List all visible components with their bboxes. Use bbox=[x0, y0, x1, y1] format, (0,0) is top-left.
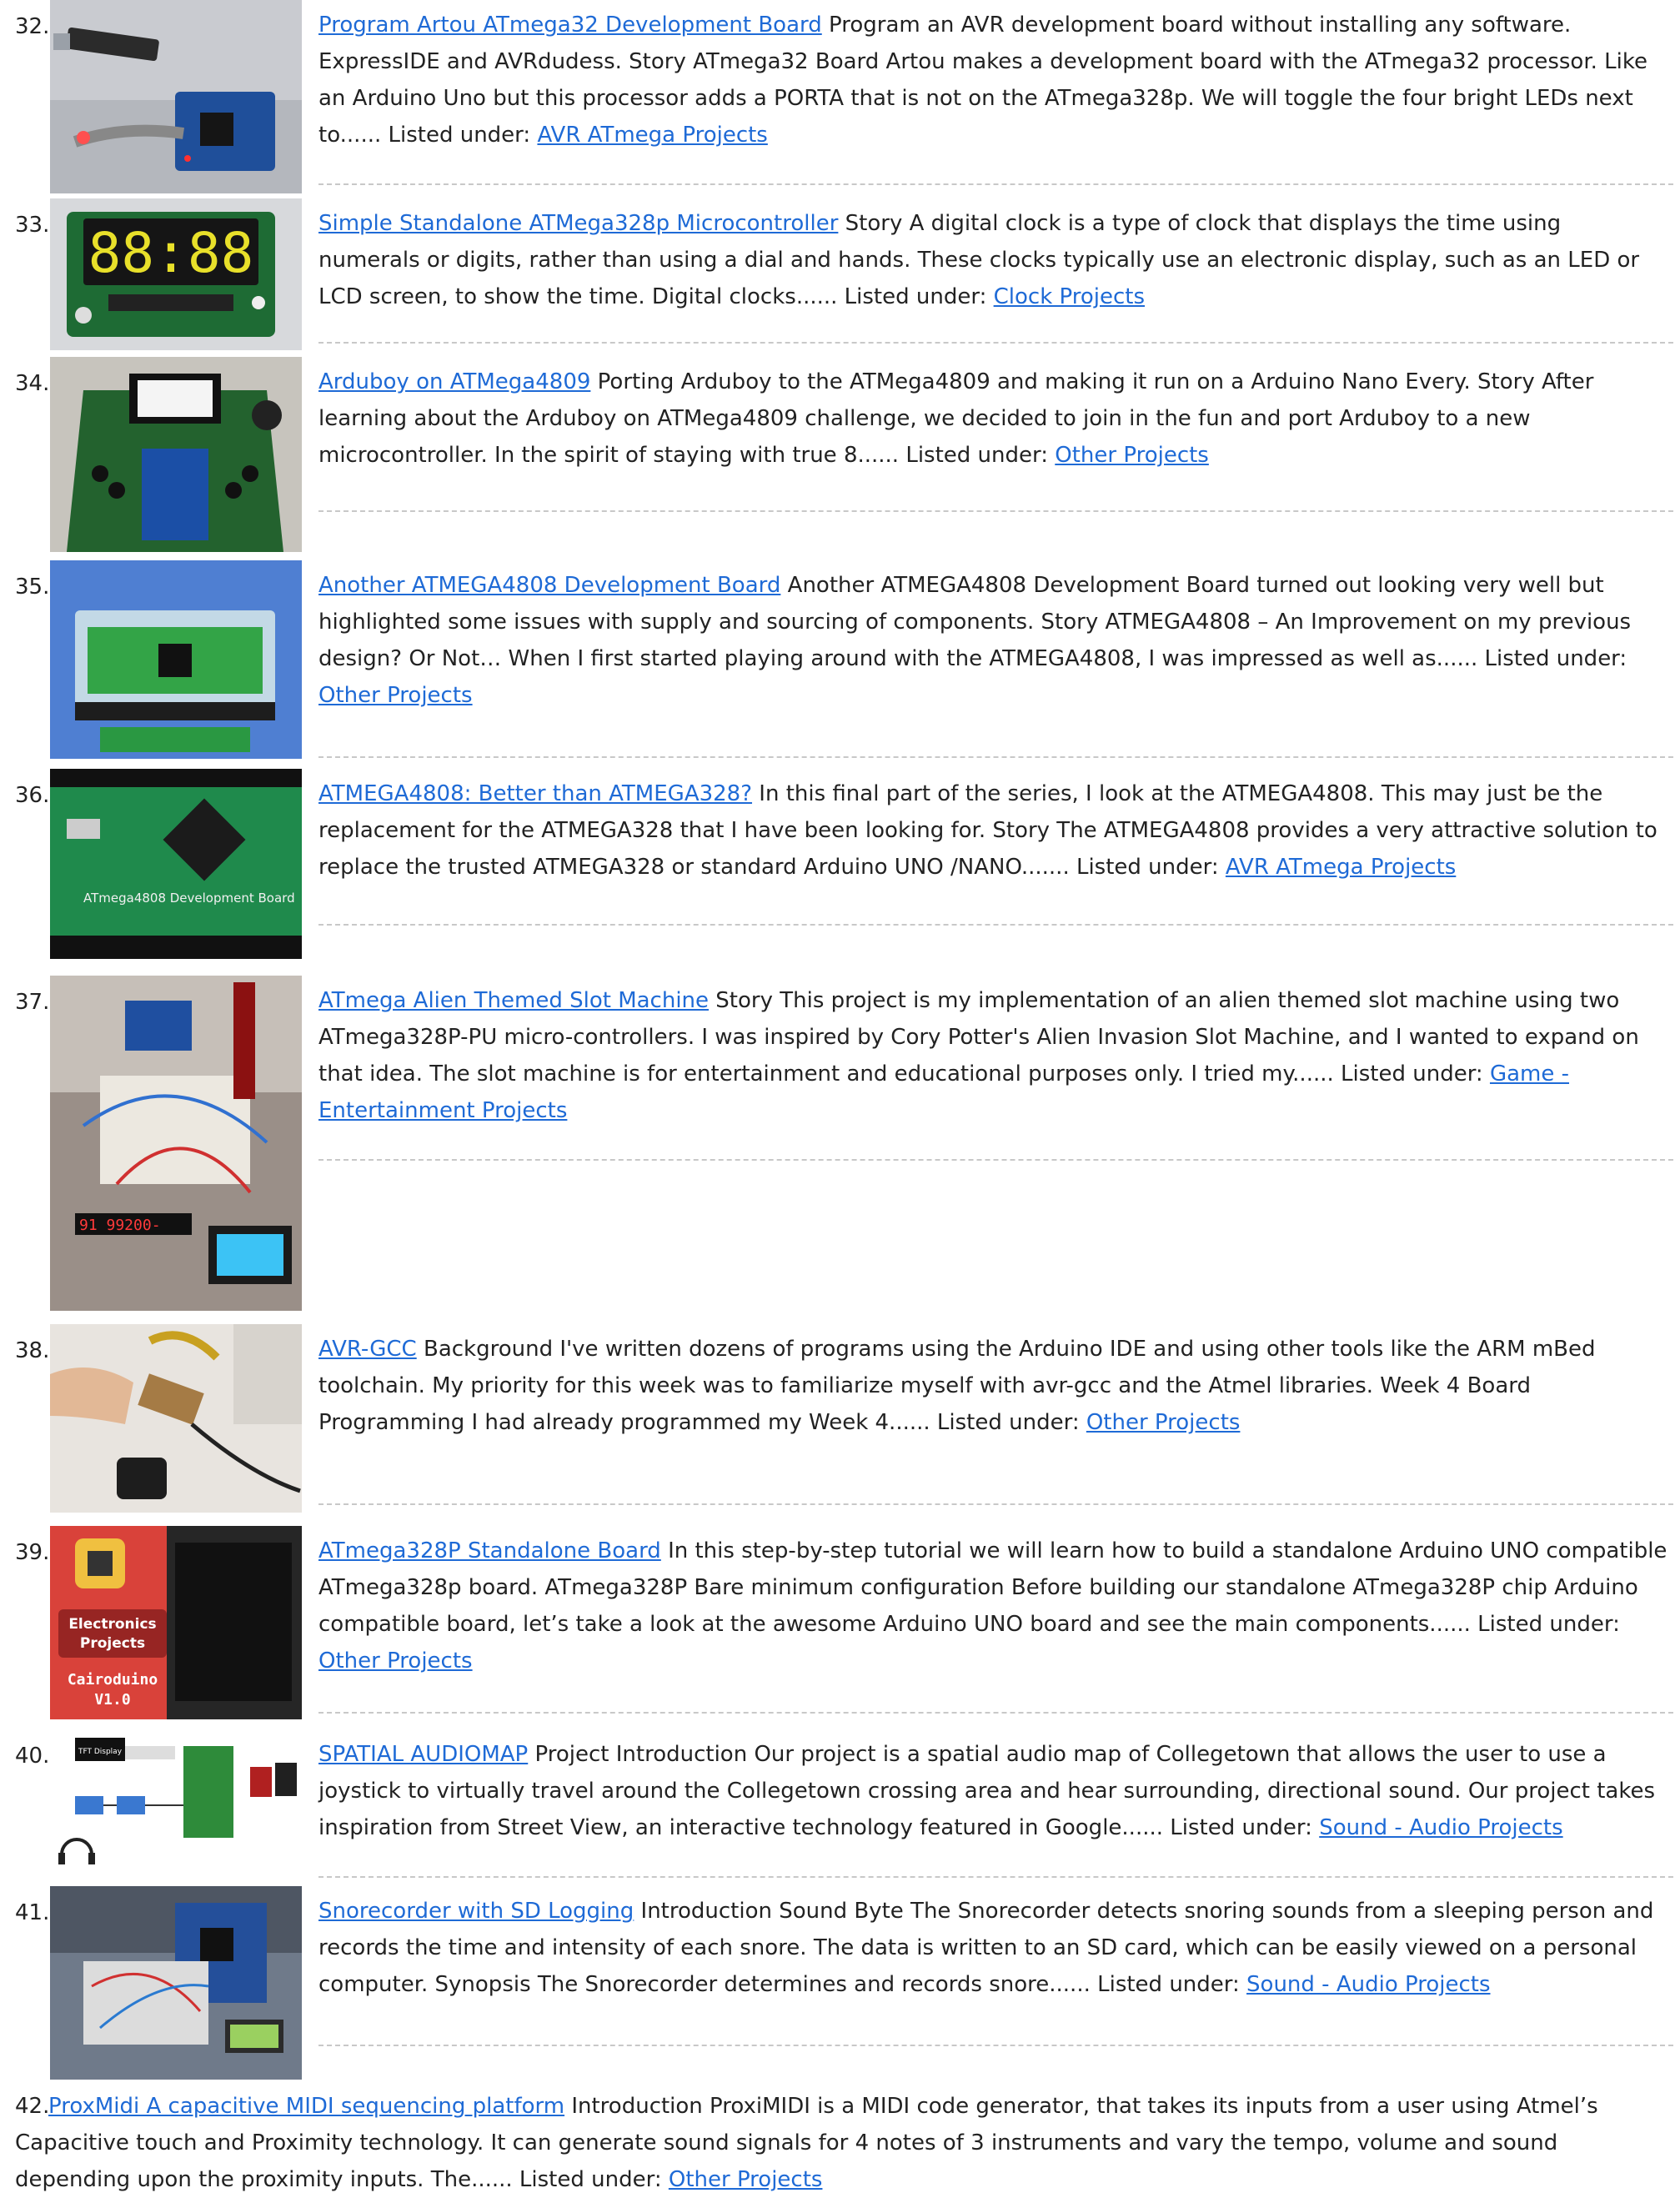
list-item: 40. TFT Display SPATIAL AUDIOMAP Project bbox=[0, 1729, 1680, 1896]
item-title-link[interactable]: Simple Standalone ATMega328p Microcontro… bbox=[318, 211, 838, 236]
item-title-link[interactable]: ATmega Alien Themed Slot Machine bbox=[318, 988, 709, 1013]
divider bbox=[318, 342, 1673, 344]
divider bbox=[318, 1159, 1673, 1161]
item-number: 37. bbox=[15, 990, 50, 1015]
list-item: 42. ProxMidi A capacitive MIDI sequencin… bbox=[0, 2086, 1680, 2203]
list-item: 34. Arduboy on ATMega4809 Porting Ardubo… bbox=[0, 357, 1680, 557]
item-category-link[interactable]: AVR ATmega Projects bbox=[1226, 855, 1456, 880]
item-description: ATmega Alien Themed Slot Machine Story T… bbox=[318, 982, 1667, 1129]
diagram-label: TFT Display bbox=[78, 1748, 123, 1756]
cover-text-line-2: Projects bbox=[80, 1635, 145, 1652]
cover-text-line-1: Electronics bbox=[68, 1616, 156, 1633]
cover-text-line-4: V1.0 bbox=[94, 1691, 130, 1709]
item-description: Simple Standalone ATMega328p Microcontro… bbox=[318, 205, 1667, 315]
item-title-link[interactable]: SPATIAL AUDIOMAP bbox=[318, 1742, 528, 1767]
list-item: 37. 91 99200- ATmega Alien Themed Slot M… bbox=[0, 976, 1680, 1317]
item-description: ATmega328P Standalone Board In this step… bbox=[318, 1533, 1667, 1679]
item-title-link[interactable]: Snorecorder with SD Logging bbox=[318, 1899, 634, 1924]
list-item: 38. AVR-GCC Background I've written doze… bbox=[0, 1324, 1680, 1518]
cover-text-line-3: Cairoduino bbox=[68, 1671, 158, 1689]
item-category-link[interactable]: Other Projects bbox=[318, 1648, 473, 1674]
item-title-link[interactable]: ProxMidi A capacitive MIDI sequencing pl… bbox=[48, 2094, 564, 2119]
arduboy-photo[interactable] bbox=[50, 357, 302, 552]
divider bbox=[318, 183, 1673, 185]
item-number: 34. bbox=[15, 371, 50, 396]
item-title-link[interactable]: AVR-GCC bbox=[318, 1337, 417, 1362]
item-number: 33. bbox=[15, 213, 50, 238]
usb-programmer-photo[interactable] bbox=[50, 0, 302, 193]
item-description: Arduboy on ATMega4809 Porting Arduboy to… bbox=[318, 364, 1667, 474]
list-item: 36. ATmega4808 Development Board ATMEGA4… bbox=[0, 769, 1680, 961]
item-description: AVR-GCC Background I've written dozens o… bbox=[318, 1331, 1667, 1441]
item-number: 41. bbox=[15, 1900, 50, 1925]
divider bbox=[318, 1876, 1673, 1878]
item-category-link[interactable]: AVR ATmega Projects bbox=[537, 123, 767, 148]
cairoduino-cover-photo[interactable]: Electronics Projects Cairoduino V1.0 bbox=[50, 1526, 302, 1719]
list-item: 32. Program Artou ATmega32 Development B… bbox=[0, 0, 1680, 200]
item-title-link[interactable]: Arduboy on ATMega4809 bbox=[318, 369, 590, 394]
seven-segment-display-text: 91 99200- bbox=[79, 1217, 161, 1234]
item-category-link[interactable]: Other Projects bbox=[1086, 1410, 1241, 1435]
list-item: 35. Another ATMEGA4808 Development Board… bbox=[0, 560, 1680, 760]
item-description: ProxMidi A capacitive MIDI sequencing pl… bbox=[15, 2088, 1674, 2198]
item-number: 40. bbox=[15, 1744, 50, 1769]
item-category-link[interactable]: Other Projects bbox=[669, 2167, 823, 2192]
list-item: 39. Electronics Projects Cairoduino V1.0… bbox=[0, 1526, 1680, 1726]
item-number: 32. bbox=[15, 14, 50, 39]
item-description: SPATIAL AUDIOMAP Project Introduction Ou… bbox=[318, 1736, 1667, 1846]
dev-board-stack-photo[interactable] bbox=[50, 560, 302, 759]
item-category-link[interactable]: Sound - Audio Projects bbox=[1319, 1815, 1562, 1840]
block-diagram-image[interactable]: TFT Display bbox=[50, 1729, 302, 1873]
item-description: Snorecorder with SD Logging Introduction… bbox=[318, 1893, 1667, 2003]
hand-held-board-photo[interactable] bbox=[50, 1324, 302, 1513]
snorecorder-photo[interactable] bbox=[50, 1886, 302, 2080]
divider bbox=[318, 1712, 1673, 1714]
board-silkscreen-text: ATmega4808 Development Board bbox=[83, 891, 295, 906]
item-title-link[interactable]: ATMEGA4808: Better than ATMEGA328? bbox=[318, 781, 752, 806]
green-pcb-photo[interactable]: ATmega4808 Development Board bbox=[50, 769, 302, 959]
item-description: ATMEGA4808: Better than ATMEGA328? In th… bbox=[318, 775, 1667, 886]
item-category-link[interactable]: Other Projects bbox=[1055, 443, 1209, 468]
item-category-link[interactable]: Other Projects bbox=[318, 683, 473, 708]
divider bbox=[318, 756, 1673, 758]
item-category-link[interactable]: Clock Projects bbox=[994, 284, 1145, 309]
item-number: 36. bbox=[15, 783, 50, 808]
divider bbox=[318, 510, 1673, 512]
item-number: 39. bbox=[15, 1540, 50, 1565]
breadboard-slot-machine-photo[interactable]: 91 99200- bbox=[50, 976, 302, 1311]
item-title-link[interactable]: ATmega328P Standalone Board bbox=[318, 1538, 661, 1563]
list-item: 41. Snorecorder with SD Logging Introduc… bbox=[0, 1886, 1680, 2085]
divider bbox=[318, 1503, 1673, 1505]
item-description: Another ATMEGA4808 Development Board Ano… bbox=[318, 567, 1667, 714]
list-item: 33. 88:88 Simple Standalone ATMega328p M… bbox=[0, 198, 1680, 354]
divider bbox=[318, 924, 1673, 926]
led-clock-photo[interactable]: 88:88 bbox=[50, 198, 302, 350]
item-number: 35. bbox=[15, 575, 50, 600]
item-description: Program Artou ATmega32 Development Board… bbox=[318, 7, 1667, 153]
item-number: 38. bbox=[15, 1338, 50, 1363]
item-title-link[interactable]: Another ATMEGA4808 Development Board bbox=[318, 573, 780, 598]
item-category-link[interactable]: Sound - Audio Projects bbox=[1246, 1972, 1490, 1997]
clock-display-text: 88:88 bbox=[88, 221, 254, 285]
item-summary: Background I've written dozens of progra… bbox=[318, 1337, 1596, 1435]
divider bbox=[318, 2045, 1673, 2046]
item-title-link[interactable]: Program Artou ATmega32 Development Board bbox=[318, 13, 822, 38]
